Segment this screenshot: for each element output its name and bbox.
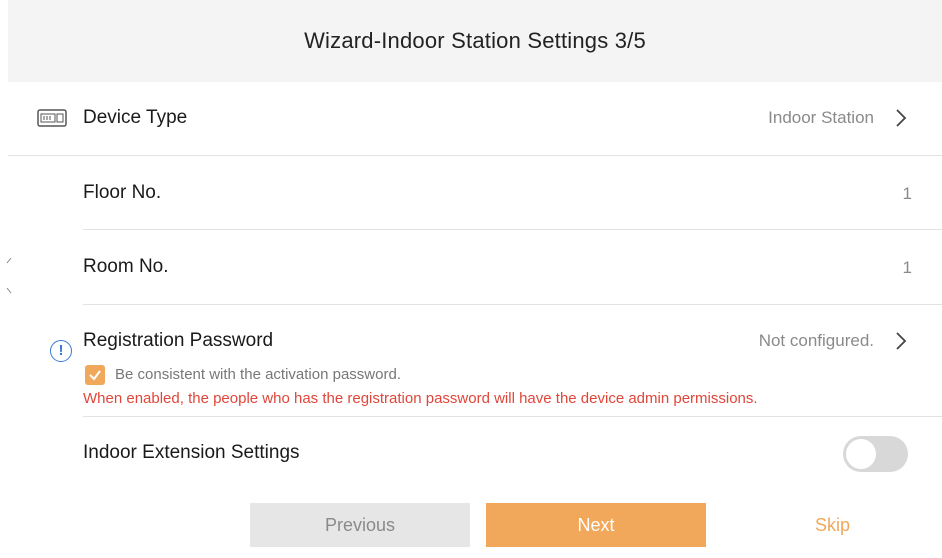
divider: [83, 416, 942, 417]
registration-password-value: Not configured.: [758, 331, 874, 350]
floor-no-value[interactable]: 1: [903, 184, 912, 204]
consistent-password-checkbox[interactable]: [85, 365, 105, 385]
skip-button[interactable]: Skip: [780, 503, 885, 547]
room-no-label: Room No.: [83, 256, 169, 277]
device-icon: [37, 109, 67, 127]
check-icon: [89, 370, 101, 381]
indoor-extension-label: Indoor Extension Settings: [83, 442, 300, 463]
registration-password-label: Registration Password: [83, 330, 274, 351]
header: Wizard-Indoor Station Settings 3/5: [8, 0, 942, 82]
admin-permission-warning: When enabled, the people who has the reg…: [83, 390, 758, 407]
chevron-right-icon[interactable]: [895, 108, 907, 128]
floor-no-label: Floor No.: [83, 182, 162, 203]
next-button[interactable]: Next: [486, 503, 706, 547]
indoor-extension-toggle[interactable]: [843, 436, 908, 472]
consistent-password-label: Be consistent with the activation passwo…: [115, 366, 401, 383]
device-type-value: Indoor Station: [768, 108, 874, 127]
previous-button[interactable]: Previous: [250, 503, 470, 547]
page-title: Wizard-Indoor Station Settings 3/5: [304, 28, 646, 53]
device-type-label: Device Type: [83, 107, 188, 128]
chevron-right-icon[interactable]: [895, 331, 907, 351]
room-no-value[interactable]: 1: [903, 258, 912, 278]
toggle-knob: [846, 439, 876, 469]
